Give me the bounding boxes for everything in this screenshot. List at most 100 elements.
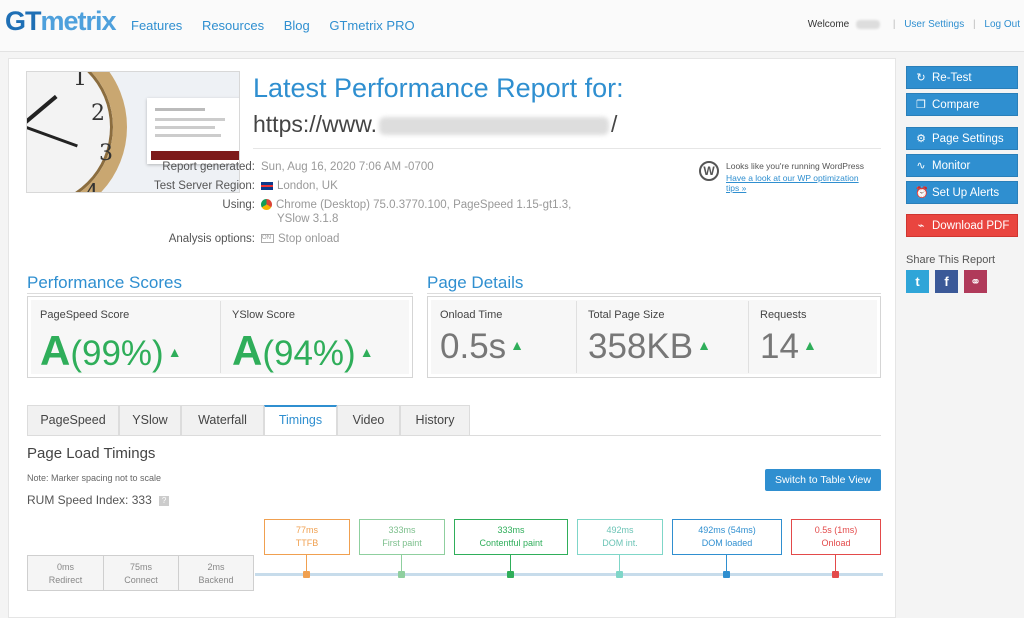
page-settings-button[interactable]: ⚙ Page Settings	[906, 127, 1018, 150]
tab-waterfall[interactable]: Waterfall	[181, 405, 264, 435]
link-icon[interactable]: ⚭	[964, 270, 987, 293]
yslow-percent: (94%)	[262, 334, 356, 373]
up-arrow-icon: ▲	[697, 337, 711, 353]
blurred-username	[856, 19, 881, 29]
page-details-box: Onload Time 0.5s ▲ Total Page Size 358KB ▲…	[427, 296, 881, 378]
up-arrow-icon: ▲	[802, 337, 817, 353]
set-up-alerts-button[interactable]: ⏰ Set Up Alerts	[906, 181, 1018, 204]
page-size-number: 358KB	[588, 327, 694, 366]
nav-features[interactable]: Features	[131, 18, 182, 33]
requests-label: Requests	[760, 309, 807, 321]
refresh-icon: ↻	[916, 72, 926, 84]
marker-time: 333ms	[388, 525, 416, 535]
rum-label: RUM Speed Index:	[27, 493, 129, 507]
onload-time-label: Onload Time	[440, 309, 503, 321]
marker-name: First paint	[382, 538, 422, 548]
share-report-label: Share This Report	[906, 254, 996, 266]
user-settings-link[interactable]: User Settings	[904, 19, 964, 30]
divider	[427, 293, 881, 294]
logout-link[interactable]: Log Out	[984, 19, 1020, 30]
segment-name: Connect	[124, 575, 158, 585]
facebook-icon[interactable]: f	[935, 270, 958, 293]
meta-value-using: Chrome (Desktop) 75.0.3770.100, PageSpee…	[261, 199, 571, 211]
nav-blog[interactable]: Blog	[284, 18, 310, 33]
twitter-icon[interactable]: t	[906, 270, 929, 293]
download-pdf-button[interactable]: ⌁ Download PDF	[906, 214, 1018, 237]
meta-value-region: London, UK	[261, 180, 338, 192]
blurred-domain	[378, 116, 609, 135]
up-arrow-icon: ▲	[510, 337, 525, 353]
separator: |	[892, 19, 896, 30]
nav-gtmetrix-pro[interactable]: GTmetrix PRO	[329, 18, 414, 33]
pagespeed-grade: A	[40, 327, 71, 374]
tab-timings[interactable]: Timings	[264, 405, 337, 435]
gtmetrix-logo[interactable]: GTmetrix	[5, 6, 117, 37]
segment-connect: 75ms Connect	[103, 556, 178, 590]
monitor-button[interactable]: ∿ Monitor	[906, 154, 1018, 177]
pagespeed-score-cell: PageSpeed Score A(99%) ▲	[28, 297, 220, 377]
onload-time-cell: Onload Time 0.5s ▲	[428, 297, 576, 377]
marker-time: 492ms (54ms)	[698, 525, 756, 535]
clock-number: 1	[73, 71, 87, 91]
main-nav: Features Resources Blog GTmetrix PRO	[131, 18, 431, 33]
yslow-grade: A	[232, 327, 263, 374]
report-url: https://www. /	[253, 111, 617, 138]
onload-time-number: 0.5s	[440, 327, 507, 366]
tab-history[interactable]: History	[400, 405, 470, 435]
analysis-text: Stop onload	[278, 233, 340, 245]
tab-yslow[interactable]: YSlow	[119, 405, 181, 435]
logo-metrix: metrix	[40, 6, 117, 36]
meta-label-generated: Report generated:	[162, 161, 255, 173]
pagespeed-percent: (99%)	[70, 334, 164, 373]
preview-footer-bar	[151, 151, 239, 160]
wordpress-icon: W	[699, 161, 719, 181]
marker-name: DOM loaded	[701, 538, 753, 548]
meta-label-using: Using:	[222, 199, 255, 211]
logo-gt: GT	[5, 6, 41, 36]
nav-resources[interactable]: Resources	[202, 18, 264, 33]
rum-value: 333	[131, 493, 152, 507]
retest-button[interactable]: ↻ Re-Test	[906, 66, 1018, 89]
meta-label-analysis: Analysis options:	[168, 233, 255, 245]
compare-button[interactable]: ❐ Compare	[906, 93, 1018, 116]
page-details-title: Page Details	[427, 273, 524, 292]
report-panel: 1 2 3 4 Latest Performance Report for: h…	[8, 58, 896, 618]
segment-time: 2ms	[207, 562, 225, 572]
page-size-label: Total Page Size	[588, 309, 665, 321]
onload-time-value: 0.5s ▲	[440, 327, 524, 367]
meta-value-generated: Sun, Aug 16, 2020 7:06 AM -0700	[261, 161, 434, 173]
yslow-score-value: A(94%) ▲	[232, 327, 374, 375]
tab-video[interactable]: Video	[337, 405, 400, 435]
marker-dom-loaded: 492ms (54ms) DOM loaded	[672, 519, 782, 555]
performance-scores-title: Performance Scores	[27, 273, 182, 292]
tab-pagespeed[interactable]: PageSpeed	[27, 405, 119, 435]
switch-to-table-view-button[interactable]: Switch to Table View	[765, 469, 881, 491]
marker-dot	[832, 571, 839, 578]
marker-time: 0.5s (1ms)	[814, 525, 858, 535]
pagespeed-score-label: PageSpeed Score	[40, 309, 130, 321]
marker-ttfb: 77ms TTFB	[264, 519, 350, 555]
marker-spacing-note: Note: Marker spacing not to scale	[27, 473, 162, 483]
page-settings-label: Page Settings	[932, 133, 1004, 145]
help-icon[interactable]: ?	[159, 495, 170, 506]
marker-name: Contentful paint	[479, 538, 543, 548]
segment-name: Backend	[198, 575, 234, 585]
meta-value-analysis: ON Stop onload	[261, 233, 339, 245]
page-size-cell: Total Page Size 358KB ▲	[576, 297, 748, 377]
top-bar: GTmetrix Features Resources Blog GTmetri…	[0, 0, 1024, 52]
yslow-score-label: YSlow Score	[232, 309, 295, 321]
preview-line	[155, 126, 215, 129]
monitor-label: Monitor	[932, 160, 971, 172]
clock-hour-hand	[27, 94, 58, 128]
gear-icon: ⚙	[916, 133, 926, 145]
marker-time: 77ms	[295, 525, 318, 535]
preview-line	[155, 134, 221, 137]
divider	[253, 148, 881, 149]
marker-name: DOM int.	[602, 538, 638, 548]
up-arrow-icon: ▲	[167, 344, 182, 360]
marker-name: TTFB	[295, 538, 319, 548]
marker-dot	[398, 571, 405, 578]
pagespeed-score-value: A(99%) ▲	[40, 327, 182, 375]
wordpress-tips-link[interactable]: Have a look at our WP optimization tips …	[726, 173, 869, 193]
marker-first-paint: 333ms First paint	[359, 519, 445, 555]
